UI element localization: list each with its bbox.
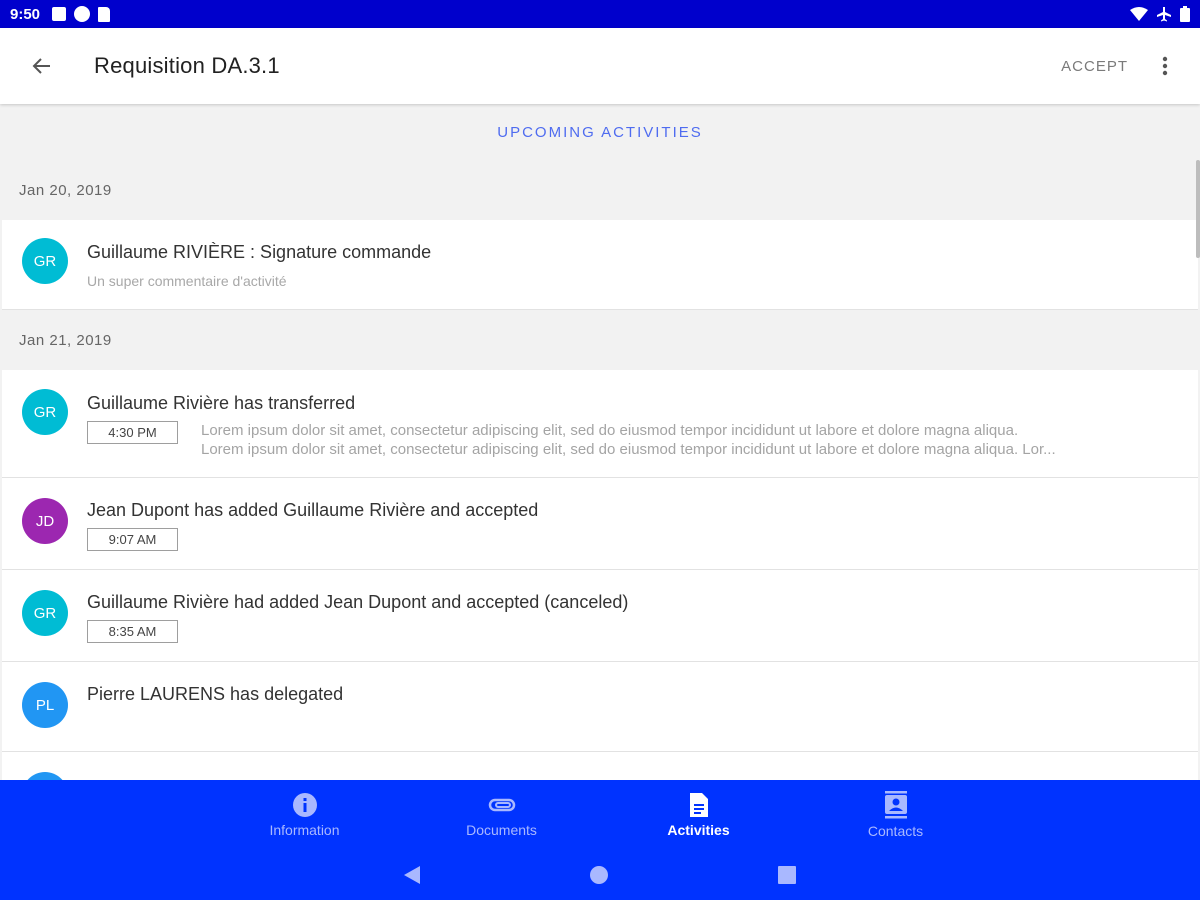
activity-comment: Un super commentaire d'activité: [87, 273, 287, 289]
activity-title: Guillaume Rivière has transferred: [87, 393, 356, 413]
notification-icon: [52, 7, 67, 21]
activities-list[interactable]: UPCOMING ACTIVITIES Jan 20, 2019 GR Guil…: [0, 104, 1200, 780]
sd-card-icon: [98, 6, 111, 22]
nav-label: Activities: [667, 822, 730, 838]
nav-activities[interactable]: Activities: [600, 780, 797, 850]
time-chip: 4:30 PM: [87, 421, 178, 444]
activity-description: Lorem ipsum dolor sit amet, consectetur …: [201, 421, 1056, 459]
bottom-navigation: Information Documents Activities Contact…: [0, 780, 1200, 850]
activity-title: Guillaume RIVIÈRE : Signature commande: [87, 242, 432, 262]
system-icons: [1130, 6, 1190, 22]
contacts-icon: [884, 791, 907, 819]
back-button[interactable]: [22, 46, 62, 86]
battery-icon: [1180, 6, 1190, 22]
activity-title: Pierre LAURENS has delegated: [87, 684, 344, 704]
activity-card[interactable]: GR Guillaume Rivière had added Jean Dupo…: [2, 570, 1198, 662]
paperclip-icon: [488, 798, 515, 812]
app-notification-icon: [74, 6, 91, 22]
activity-card[interactable]: GR Guillaume Rivière has transferred 4:3…: [2, 370, 1198, 478]
nav-label: Documents: [466, 822, 537, 838]
date-header: Jan 21, 2019: [19, 331, 112, 349]
activity-card[interactable]: [2, 752, 1198, 780]
more-vert-icon: [1162, 56, 1168, 76]
more-options-button[interactable]: [1150, 46, 1180, 86]
scrollbar[interactable]: [1196, 160, 1200, 258]
nav-contacts[interactable]: Contacts: [797, 780, 994, 850]
airplane-icon: [1157, 7, 1171, 22]
system-recents-button[interactable]: [778, 866, 796, 884]
page-title: Requisition DA.3.1: [94, 53, 280, 78]
nav-documents[interactable]: Documents: [403, 780, 600, 850]
description-line: Lorem ipsum dolor sit amet, consectetur …: [201, 441, 1056, 458]
system-home-button[interactable]: [590, 866, 608, 884]
arrow-left-icon: [32, 58, 50, 74]
nav-information[interactable]: Information: [206, 780, 403, 850]
upcoming-activities-link[interactable]: UPCOMING ACTIVITIES: [0, 104, 1200, 160]
nav-label: Information: [269, 822, 340, 838]
status-bar: 9:50: [0, 0, 1200, 28]
time-chip: 9:07 AM: [87, 528, 178, 551]
document-icon: [689, 793, 708, 817]
avatar: GR: [22, 389, 68, 435]
date-header: Jan 20, 2019: [19, 181, 112, 199]
time-chip: 8:35 AM: [87, 620, 178, 643]
system-back-button[interactable]: [404, 866, 420, 884]
notification-icons: [52, 6, 111, 22]
nav-label: Contacts: [867, 823, 924, 839]
avatar: PL: [22, 682, 68, 728]
activity-title: Jean Dupont has added Guillaume Rivière …: [87, 500, 539, 520]
info-icon: [292, 793, 317, 817]
activity-card[interactable]: JD Jean Dupont has added Guillaume Riviè…: [2, 478, 1198, 570]
avatar: GR: [22, 238, 68, 284]
wifi-icon: [1130, 7, 1148, 21]
app-bar: Requisition DA.3.1 ACCEPT: [0, 28, 1200, 104]
avatar: GR: [22, 590, 68, 636]
activity-card[interactable]: GR Guillaume RIVIÈRE : Signature command…: [2, 220, 1198, 310]
description-line: Lorem ipsum dolor sit amet, consectetur …: [201, 422, 1019, 439]
avatar: [22, 772, 68, 780]
avatar: JD: [22, 498, 68, 544]
accept-button[interactable]: ACCEPT: [1061, 58, 1128, 75]
status-time: 9:50: [10, 5, 41, 23]
activity-title: Guillaume Rivière had added Jean Dupont …: [87, 592, 629, 612]
system-navigation: [0, 850, 1200, 900]
activity-card[interactable]: PL Pierre LAURENS has delegated: [2, 662, 1198, 752]
